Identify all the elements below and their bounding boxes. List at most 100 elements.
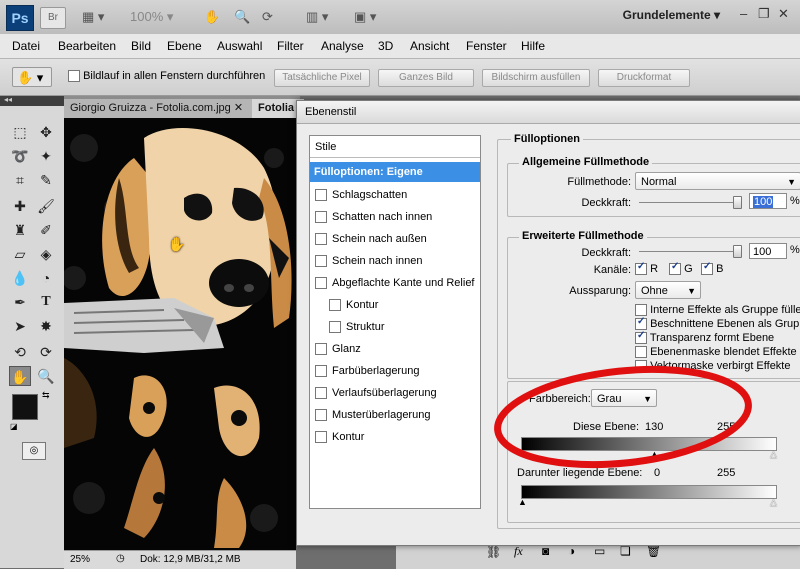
fx-icon[interactable]: fx: [514, 544, 523, 559]
default-colors-icon[interactable]: ◪: [10, 422, 18, 431]
document-canvas[interactable]: ✋: [64, 118, 296, 550]
bevel-emboss-checkbox[interactable]: [315, 277, 327, 290]
opacity-input[interactable]: 100: [749, 193, 787, 209]
knockout-select[interactable]: Ohne ▼: [635, 281, 701, 299]
dialog-title-bar[interactable]: Ebenenstil: [297, 101, 800, 124]
option-layer-mask-hides[interactable]: Ebenenmaske blendet Effekte aus: [635, 346, 800, 359]
history-brush-tool-icon[interactable]: ✐: [35, 220, 57, 240]
inner-shadow-checkbox[interactable]: [315, 211, 327, 224]
scroll-all-checkbox[interactable]: [68, 70, 80, 83]
lasso-tool-icon[interactable]: ➰: [9, 146, 31, 166]
group-icon[interactable]: ▭: [594, 544, 605, 558]
dodge-tool-icon[interactable]: ◔: [35, 268, 57, 288]
collapse-icon[interactable]: ◂◂: [4, 95, 12, 104]
channel-b[interactable]: B: [701, 261, 723, 276]
this-layer-high-slider[interactable]: △: [770, 449, 777, 460]
zoom-tool-icon[interactable]: 🔍: [35, 366, 57, 386]
menu-3d[interactable]: 3D: [378, 39, 393, 53]
move-tool-icon[interactable]: ✥: [35, 122, 57, 142]
eyedropper-tool-icon[interactable]: ✎: [35, 170, 57, 190]
print-size-button[interactable]: Druckformat: [598, 69, 690, 87]
style-item-drop-shadow[interactable]: Schlagschatten: [310, 184, 480, 206]
eraser-tool-icon[interactable]: ▱: [9, 244, 31, 264]
menu-filter[interactable]: Filter: [277, 39, 304, 53]
style-item-inner-glow[interactable]: Schein nach innen: [310, 250, 480, 272]
pattern-overlay-checkbox[interactable]: [315, 409, 327, 422]
type-tool-icon[interactable]: T: [35, 292, 57, 312]
fit-screen-button[interactable]: Ganzes Bild: [378, 69, 474, 87]
tool-preset-picker[interactable]: ✋ ▾: [12, 67, 52, 87]
delete-layer-icon[interactable]: 🗑: [646, 544, 661, 558]
foreground-color-swatch[interactable]: [12, 394, 38, 420]
screen-layout-icon[interactable]: ▣ ▾: [354, 8, 376, 26]
menu-auswahl[interactable]: Auswahl: [217, 39, 262, 53]
style-item-bevel-emboss[interactable]: Abgeflachte Kante und Relief: [310, 272, 480, 294]
marquee-tool-icon[interactable]: ⬚: [9, 122, 31, 142]
blur-tool-icon[interactable]: 💧: [9, 268, 31, 288]
paint-bucket-tool-icon[interactable]: ◈: [35, 244, 57, 264]
menu-hilfe[interactable]: Hilfe: [521, 39, 545, 53]
zoom-readout[interactable]: 25%: [70, 554, 90, 565]
clone-stamp-tool-icon[interactable]: ♜: [9, 220, 31, 240]
hand-tool-icon[interactable]: ✋: [9, 366, 31, 386]
gradient-overlay-checkbox[interactable]: [315, 387, 327, 400]
layer-mask-icon[interactable]: ◙: [542, 544, 549, 558]
fill-screen-button[interactable]: Bildschirm ausfüllen: [482, 69, 590, 87]
custom-shape-tool-icon[interactable]: ✸: [35, 316, 57, 336]
pen-tool-icon[interactable]: ✒: [9, 292, 31, 312]
styles-header[interactable]: Stile: [310, 136, 480, 158]
brush-tool-icon[interactable]: 🖌: [35, 196, 57, 216]
channel-r[interactable]: R: [635, 261, 658, 276]
style-item-gradient-overlay[interactable]: Verlaufsüberlagerung: [310, 382, 480, 404]
menu-datei[interactable]: Datei: [12, 39, 40, 53]
workspace-switcher[interactable]: Grundelemente ▾: [623, 8, 720, 22]
screen-mode-icon[interactable]: ▦ ▾: [82, 8, 104, 26]
path-selection-tool-icon[interactable]: ➤: [9, 316, 31, 336]
option-checkbox[interactable]: [635, 330, 647, 345]
style-item-pattern-overlay[interactable]: Musterüberlagerung: [310, 404, 480, 426]
option-transparency-shapes[interactable]: Transparenz formt Ebene: [635, 330, 774, 345]
opacity-slider-track[interactable]: [639, 202, 737, 203]
minimize-button[interactable]: –: [740, 6, 747, 21]
drop-shadow-checkbox[interactable]: [315, 189, 327, 202]
style-item-blending-options[interactable]: Fülloptionen: Eigene: [310, 162, 480, 182]
new-layer-icon[interactable]: ❏: [620, 544, 631, 558]
scroll-all-option[interactable]: Bildlauf in allen Fenstern durchführen: [68, 70, 265, 83]
close-button[interactable]: ✕: [778, 6, 789, 22]
channel-b-checkbox[interactable]: [701, 261, 713, 276]
stroke-checkbox[interactable]: [315, 431, 327, 444]
tab-close-icon[interactable]: ✕: [234, 102, 243, 114]
channel-g-checkbox[interactable]: [669, 261, 681, 276]
swap-colors-icon[interactable]: ⇆: [42, 390, 50, 401]
menu-fenster[interactable]: Fenster: [466, 39, 507, 53]
rotate-view-icon[interactable]: ⟳: [262, 8, 273, 26]
fill-opacity-slider-track[interactable]: [639, 251, 737, 252]
hand-icon[interactable]: ✋: [204, 8, 220, 26]
channel-r-checkbox[interactable]: [635, 261, 647, 276]
option-blend-clipped[interactable]: Beschnittene Ebenen als Gruppe f: [635, 316, 800, 331]
style-item-stroke[interactable]: Kontur: [310, 426, 480, 448]
style-item-inner-shadow[interactable]: Schatten nach innen: [310, 206, 480, 228]
3d-orbit-tool-icon[interactable]: ⟳: [35, 342, 57, 362]
texture-checkbox[interactable]: [329, 321, 341, 334]
bridge-icon[interactable]: Br: [40, 7, 66, 29]
actual-pixels-button[interactable]: Tatsächliche Pixel: [274, 69, 370, 87]
color-overlay-checkbox[interactable]: [315, 365, 327, 378]
inner-glow-checkbox[interactable]: [315, 255, 327, 268]
menu-ebene[interactable]: Ebene: [167, 39, 202, 53]
style-item-contour[interactable]: Kontur: [310, 294, 480, 316]
satin-checkbox[interactable]: [315, 343, 327, 356]
link-layers-icon[interactable]: ⛓: [486, 545, 501, 559]
fill-opacity-slider-thumb[interactable]: [733, 245, 742, 258]
zoom-icon[interactable]: 🔍: [234, 8, 250, 26]
magic-wand-tool-icon[interactable]: ✦: [35, 146, 57, 166]
outer-glow-checkbox[interactable]: [315, 233, 327, 246]
channel-g[interactable]: G: [669, 261, 693, 276]
menu-bild[interactable]: Bild: [131, 39, 151, 53]
menu-analyse[interactable]: Analyse: [321, 39, 364, 53]
arrange-documents-icon[interactable]: ▥ ▾: [306, 8, 328, 26]
opacity-slider-thumb[interactable]: [733, 196, 742, 209]
blend-mode-select[interactable]: Normal ▼: [635, 172, 800, 190]
fill-opacity-input[interactable]: 100: [749, 243, 787, 259]
3d-rotate-tool-icon[interactable]: ⟲: [9, 342, 31, 362]
